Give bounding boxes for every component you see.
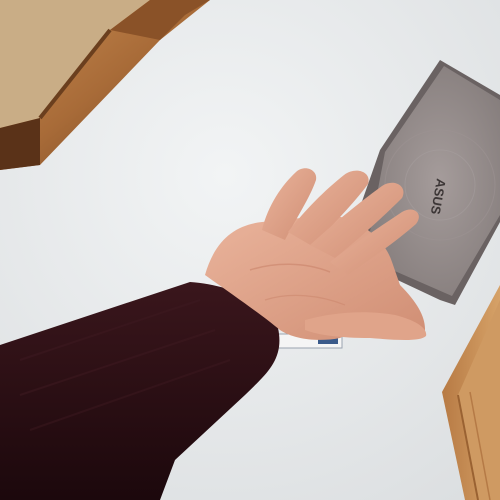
photo-scene: ASUS <box>0 0 500 500</box>
scene-svg: ASUS <box>0 0 500 500</box>
